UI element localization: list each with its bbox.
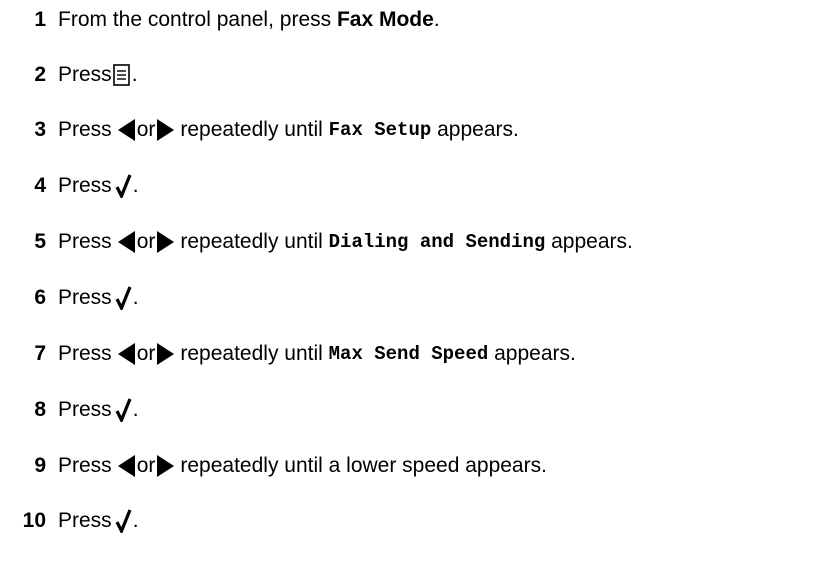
step-number: 6 — [34, 286, 46, 309]
step-1-end: . — [433, 8, 440, 31]
step-text: Press . — [58, 174, 139, 198]
step-2-text: Press — [58, 63, 112, 86]
step-text: Press or repeatedly until Fax Setup appe… — [58, 118, 519, 142]
checkmark-icon — [115, 286, 132, 310]
step-6-end: . — [132, 286, 139, 309]
step-number: 4 — [34, 174, 46, 197]
until-text: repeatedly until — [180, 118, 329, 141]
right-arrow-icon — [157, 231, 175, 253]
step-9-text: Press — [58, 454, 112, 477]
right-arrow-icon — [157, 343, 175, 365]
or-text: or — [136, 230, 156, 253]
step-number: 1 — [34, 8, 46, 31]
fax-setup-display-text: Fax Setup — [328, 119, 432, 141]
right-arrow-icon — [157, 455, 175, 477]
step-5-text: Press — [58, 230, 112, 253]
appears-text: appears. — [488, 342, 576, 365]
max-send-speed-display-text: Max Send Speed — [328, 343, 489, 365]
step-7: 7 Press or repeatedly until Max Send Spe… — [0, 334, 576, 374]
step-10: 10 Press . — [0, 501, 139, 541]
checkmark-icon — [115, 174, 132, 198]
step-8: 8 Press . — [0, 390, 139, 430]
step-text: Press or repeatedly until a lower speed … — [58, 454, 547, 478]
step-9: 9 Press or repeatedly until a lower spee… — [0, 446, 547, 486]
step-6: 6 Press . — [0, 278, 139, 318]
step-7-text: Press — [58, 342, 112, 365]
step-number: 2 — [34, 63, 46, 86]
until-text: repeatedly until — [180, 230, 329, 253]
step-1: 1 From the control panel, press Fax Mode… — [0, 0, 440, 40]
step-2: 2 Press . — [0, 55, 138, 95]
step-3: 3 Press or repeatedly until Fax Setup ap… — [0, 110, 519, 150]
step-4: 4 Press . — [0, 166, 139, 206]
left-arrow-icon — [117, 455, 135, 477]
appears-text: appears. — [431, 118, 519, 141]
step-number: 3 — [34, 118, 46, 141]
step-number: 7 — [34, 342, 46, 365]
right-arrow-icon — [157, 119, 175, 141]
step-3-text: Press — [58, 118, 112, 141]
step-10-end: . — [132, 509, 139, 532]
menu-icon — [112, 64, 130, 86]
step-8-text: Press — [58, 398, 112, 421]
step-1-text: From the control panel, press — [58, 8, 337, 31]
step-number: 8 — [34, 398, 46, 421]
step-number: 9 — [34, 454, 46, 477]
step-4-text: Press — [58, 174, 112, 197]
step-8-end: . — [132, 398, 139, 421]
left-arrow-icon — [117, 343, 135, 365]
step-6-text: Press — [58, 286, 112, 309]
step-text: From the control panel, press Fax Mode. — [58, 8, 440, 32]
left-arrow-icon — [117, 231, 135, 253]
dialing-and-sending-display-text: Dialing and Sending — [328, 231, 546, 253]
step-text: Press or repeatedly until Max Send Speed… — [58, 342, 576, 366]
step-number: 10 — [22, 509, 46, 532]
or-text: or — [136, 118, 156, 141]
appears-text: appears. — [545, 230, 633, 253]
step-4-end: . — [132, 174, 139, 197]
step-text: Press . — [58, 509, 139, 533]
checkmark-icon — [115, 398, 132, 422]
until-text: repeatedly until a lower speed appears. — [180, 454, 547, 477]
left-arrow-icon — [117, 119, 135, 141]
or-text: or — [136, 454, 156, 477]
step-2-end: . — [131, 63, 138, 86]
until-text: repeatedly until — [180, 342, 329, 365]
step-5: 5 Press or repeatedly until Dialing and … — [0, 222, 633, 262]
or-text: or — [136, 342, 156, 365]
step-number: 5 — [34, 230, 46, 253]
step-text: Press . — [58, 286, 139, 310]
checkmark-icon — [115, 509, 132, 533]
step-text: Press . — [58, 63, 138, 87]
fax-mode-button-label: Fax Mode — [336, 8, 434, 31]
step-text: Press or repeatedly until Dialing and Se… — [58, 230, 633, 254]
step-text: Press . — [58, 398, 139, 422]
step-10-text: Press — [58, 509, 112, 532]
